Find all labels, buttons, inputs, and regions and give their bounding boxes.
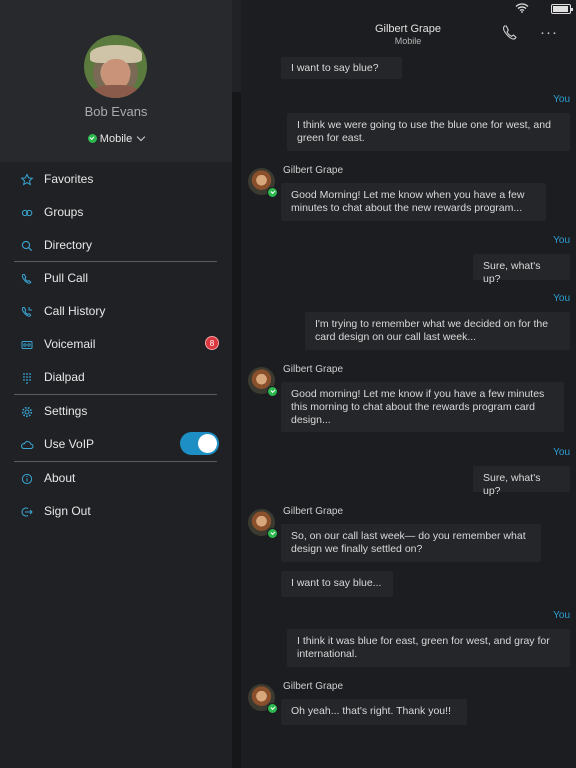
groups-icon xyxy=(21,209,33,217)
chevron-down-icon xyxy=(136,132,146,142)
contact-avatar[interactable] xyxy=(248,509,278,539)
message-bubble: Good Morning! Let me know when you have … xyxy=(281,183,546,221)
sidebar-item-label: Groups xyxy=(44,205,84,219)
sidebar-item-label: Use VoIP xyxy=(44,437,95,451)
sidebar-item-label: Dialpad xyxy=(44,370,85,384)
message-bubble: Oh yeah... that's right. Thank you!! xyxy=(281,699,467,725)
star-icon xyxy=(20,173,34,186)
battery-icon xyxy=(551,4,573,14)
contact-avatar[interactable] xyxy=(248,367,278,397)
message-bubble: So, on our call last week— do you rememb… xyxy=(281,524,541,562)
call-history-icon xyxy=(21,307,32,317)
avatar[interactable] xyxy=(84,35,147,98)
profile-header: Bob Evans Mobile xyxy=(0,0,232,162)
sidebar-item-use-voip: Use VoIP xyxy=(0,428,232,460)
message-bubble: I'm trying to remember what we decided o… xyxy=(305,312,570,350)
wifi-icon xyxy=(515,3,529,13)
sidebar-item-label: Favorites xyxy=(44,172,94,186)
sender-label-you: You xyxy=(553,293,570,304)
sender-label-you: You xyxy=(553,610,570,621)
sidebar-item-dialpad[interactable]: Dialpad xyxy=(0,361,232,393)
sidebar-item-label: Sign Out xyxy=(44,504,91,518)
phone-call-icon[interactable] xyxy=(500,23,520,43)
message-bubble: I want to say blue... xyxy=(281,571,393,597)
sidebar-item-about[interactable]: About xyxy=(0,462,232,494)
chat-contact-subtitle: Mobile xyxy=(394,36,422,46)
presence-label: Mobile xyxy=(99,133,133,145)
contact-avatar[interactable] xyxy=(248,684,278,714)
sender-label-you: You xyxy=(553,235,570,246)
message-bubble: I want to say blue? xyxy=(281,57,402,79)
message-bubble: Sure, what's up? xyxy=(473,254,570,285)
sidebar-item-label: Settings xyxy=(44,404,88,418)
sidebar-item-pull-call[interactable]: Pull Call xyxy=(0,262,232,294)
sidebar-item-label: Call History xyxy=(44,304,106,318)
presence-available-icon xyxy=(87,134,97,143)
voip-toggle[interactable] xyxy=(180,432,219,455)
message-bubble: I think we were going to use the blue on… xyxy=(287,113,570,151)
sidebar-item-favorites[interactable]: Favorites xyxy=(0,163,232,195)
sidebar: Bob Evans Mobile Favorites Groups Direct… xyxy=(0,0,232,768)
sidebar-item-groups[interactable]: Groups xyxy=(0,196,232,228)
sidebar-item-call-history[interactable]: Call History xyxy=(0,295,232,327)
sidebar-item-voicemail[interactable]: Voicemail 8 xyxy=(0,328,232,360)
presence-selector[interactable]: Mobile xyxy=(0,132,232,145)
sign-out-icon xyxy=(21,507,33,517)
sender-label: Gilbert Grape xyxy=(283,681,344,692)
chat-contact-name[interactable]: Gilbert Grape xyxy=(332,23,484,35)
search-icon xyxy=(21,240,33,252)
sender-label: Gilbert Grape xyxy=(283,364,344,375)
sender-label: Gilbert Grape xyxy=(283,165,344,176)
sidebar-item-label: Pull Call xyxy=(44,271,89,285)
sidebar-item-label: Directory xyxy=(44,238,93,252)
message-bubble: Sure, what's up? xyxy=(473,466,570,497)
sender-label-you: You xyxy=(553,447,570,458)
voicemail-icon xyxy=(21,341,33,349)
sidebar-item-label: Voicemail xyxy=(44,337,96,351)
more-options-icon[interactable]: ··· xyxy=(540,24,560,41)
dialpad-icon xyxy=(23,373,31,384)
pull-call-icon xyxy=(21,274,32,284)
gear-icon xyxy=(21,406,33,418)
sidebar-item-sign-out[interactable]: Sign Out xyxy=(0,495,232,527)
sidebar-item-label: About xyxy=(44,471,76,485)
info-icon xyxy=(21,473,33,485)
sender-label: Gilbert Grape xyxy=(283,506,344,517)
cloud-icon xyxy=(21,441,34,449)
sidebar-item-settings[interactable]: Settings xyxy=(0,395,232,427)
profile-name: Bob Evans xyxy=(84,104,148,119)
voicemail-count-badge: 8 xyxy=(205,336,219,350)
panel-divider xyxy=(232,0,241,768)
message-bubble: I think it was blue for east, green for … xyxy=(287,629,570,667)
sidebar-item-directory[interactable]: Directory xyxy=(0,229,232,261)
sender-label-you: You xyxy=(553,94,570,105)
message-bubble: Good morning! Let me know if you have a … xyxy=(281,382,564,432)
contact-avatar[interactable] xyxy=(248,168,278,198)
toggle-knob xyxy=(198,434,217,453)
